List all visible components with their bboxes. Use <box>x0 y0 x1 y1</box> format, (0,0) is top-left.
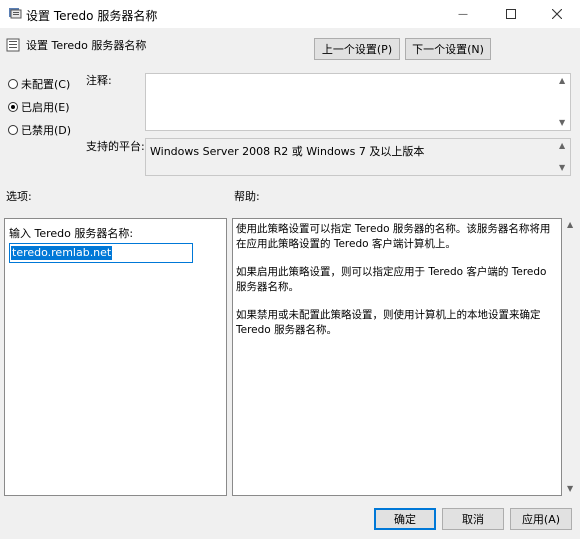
previous-setting-button[interactable]: 上一个设置(P) <box>314 38 400 60</box>
scroll-up-icon[interactable]: ▲ <box>559 77 565 85</box>
next-setting-button[interactable]: 下一个设置(N) <box>405 38 491 60</box>
scroll-down-icon[interactable]: ▼ <box>559 164 565 172</box>
apply-button[interactable]: 应用(A) <box>510 508 572 530</box>
cancel-button[interactable]: 取消 <box>442 508 504 530</box>
comment-scrollbar[interactable]: ▲ ▼ <box>555 74 570 130</box>
help-paragraph: 使用此策略设置可以指定 Teredo 服务器的名称。该服务器名称将用在应用此策略… <box>236 223 551 250</box>
server-name-label: 输入 Teredo 服务器名称: <box>9 227 134 240</box>
minimize-button[interactable]: — <box>440 0 486 28</box>
close-button[interactable] <box>534 0 580 28</box>
help-section-label: 帮助: <box>234 190 260 203</box>
radio-not-configured[interactable]: 未配置(C) <box>8 76 70 92</box>
scroll-down-icon[interactable]: ▼ <box>559 119 565 127</box>
close-icon <box>552 9 562 19</box>
platform-value: Windows Server 2008 R2 或 Windows 7 及以上版本 <box>150 145 425 158</box>
scroll-up-icon[interactable]: ▲ <box>567 221 573 229</box>
radio-circle[interactable] <box>8 79 18 89</box>
window-title: 设置 Teredo 服务器名称 <box>26 9 158 23</box>
minimize-icon: — <box>458 8 468 20</box>
help-scrollbar[interactable]: ▲ ▼ <box>563 218 578 496</box>
policy-icon <box>9 8 22 19</box>
setting-icon <box>6 38 20 52</box>
platform-box: Windows Server 2008 R2 或 Windows 7 及以上版本… <box>145 138 571 176</box>
scroll-down-icon[interactable]: ▼ <box>567 485 573 493</box>
scroll-up-icon[interactable]: ▲ <box>559 142 565 150</box>
comment-textarea[interactable]: ▲ ▼ <box>145 73 571 131</box>
options-panel: 输入 Teredo 服务器名称: teredo.remlab.net <box>4 218 227 496</box>
radio-circle-checked[interactable] <box>8 102 18 112</box>
radio-label: 已启用(E) <box>21 101 70 114</box>
maximize-icon <box>506 9 516 19</box>
platform-scrollbar[interactable]: ▲ ▼ <box>555 139 570 175</box>
radio-disabled[interactable]: 已禁用(D) <box>8 122 71 138</box>
ok-button[interactable]: 确定 <box>374 508 436 530</box>
server-name-input[interactable] <box>9 243 193 263</box>
options-section-label: 选项: <box>6 190 32 203</box>
maximize-button[interactable] <box>488 0 534 28</box>
radio-label: 未配置(C) <box>21 78 71 91</box>
help-paragraph: 如果启用此策略设置，则可以指定应用于 Teredo 客户端的 Teredo 服务… <box>236 266 547 293</box>
platform-label: 支持的平台: <box>86 140 145 153</box>
radio-circle[interactable] <box>8 125 18 135</box>
help-paragraph: 如果禁用或未配置此策略设置，则使用计算机上的本地设置来确定 Teredo 服务器… <box>236 309 541 336</box>
radio-enabled[interactable]: 已启用(E) <box>8 99 70 115</box>
setting-title: 设置 Teredo 服务器名称 <box>26 39 147 52</box>
help-panel: 使用此策略设置可以指定 Teredo 服务器的名称。该服务器名称将用在应用此策略… <box>232 218 562 496</box>
comment-label: 注释: <box>86 74 112 87</box>
radio-label: 已禁用(D) <box>21 124 72 137</box>
